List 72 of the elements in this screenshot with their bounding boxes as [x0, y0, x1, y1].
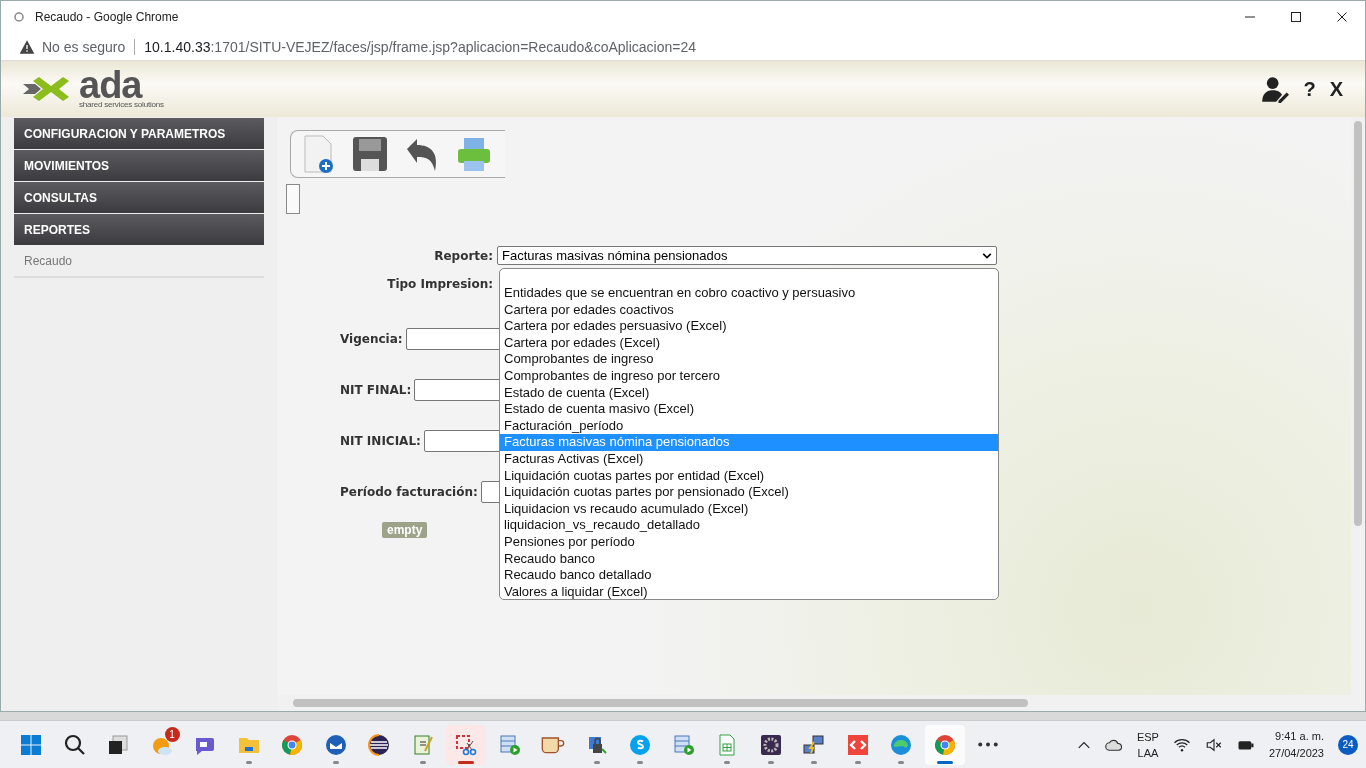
browser-icon	[932, 732, 957, 757]
language-label[interactable]: ESP	[1136, 728, 1159, 745]
wave-browser-icon	[889, 732, 913, 757]
search-icon	[62, 732, 87, 757]
gear-icon	[758, 732, 783, 757]
menu-section[interactable]: MOVIMIENTOS	[14, 150, 264, 181]
computers-icon	[802, 732, 826, 757]
dropdown-option[interactable]: Valores a liquidar (Excel)	[500, 583, 998, 601]
eclipse-icon	[367, 732, 391, 757]
menu-section[interactable]: CONFIGURACION Y PARAMETROS	[14, 118, 264, 149]
dropdown-option[interactable]: Cartera por edades persuasivo (Excel)	[500, 318, 998, 335]
coffee-cup-icon	[541, 735, 565, 754]
address-url[interactable]: 10.1.40.33:1701/SITU-VEJEZ/faces/jsp/frame.jsp?aplicacion=Recaudo&coAplicacion=24	[144, 38, 697, 55]
table-play-icon	[497, 732, 522, 757]
close-icon	[1336, 11, 1348, 23]
report-select[interactable]: Facturas masivas nómina pensionados	[497, 246, 997, 265]
task-view-icon	[106, 732, 130, 757]
dropdown-option[interactable]: Liquidación cuotas partes por pensionado (Excel)	[500, 484, 998, 501]
field-label: Reporte:	[433, 248, 494, 263]
dropdown-option[interactable]: Comprobantes de ingreso	[500, 351, 998, 368]
logo-text: ada	[79, 69, 143, 101]
field-label: Vigencia:	[340, 332, 403, 346]
field-label: Tipo Impresion:	[386, 277, 494, 291]
logo-tagline: shared services solutions	[79, 101, 164, 109]
window-title: Recaudo - Google Chrome	[35, 10, 180, 24]
dropdown-option[interactable]: Facturas Activas (Excel)	[500, 450, 998, 468]
menu-section[interactable]: CONSULTAS	[14, 182, 264, 213]
close-app-button[interactable]: X	[1329, 77, 1343, 101]
dropdown-option[interactable]: Entidades que se encuentran en cobro coactivo y persuasivo	[500, 285, 998, 302]
clock-time[interactable]: 9:41 a. m.	[1275, 727, 1324, 745]
taskbar-button[interactable]: 1	[141, 724, 182, 765]
dropdown-option[interactable]: Liquidacion vs recaudo acumulado (Excel)	[500, 500, 998, 518]
browser-icon	[280, 732, 304, 757]
dropdown-option[interactable]: Estado de cuenta masivo (Excel)	[500, 401, 998, 418]
field-label: NIT INICIAL:	[340, 434, 421, 448]
printer-icon	[455, 135, 493, 173]
dropdown-option[interactable]: Comprobantes de ingreso por tercero	[500, 367, 998, 385]
notification-badge[interactable]: 24	[1338, 734, 1358, 755]
help-button[interactable]: ?	[1303, 77, 1316, 101]
table-play-icon	[671, 732, 696, 757]
maximize-icon	[1290, 11, 1302, 23]
dropdown-option[interactable]: liquidacion_vs_recaudo_detallado	[500, 517, 998, 534]
layout-label[interactable]: LAA	[1137, 744, 1159, 761]
dropdown-option[interactable]: Liquidación cuotas partes por entidad (Excel)	[500, 467, 998, 485]
security-label[interactable]: No es seguro	[42, 38, 126, 55]
small-box[interactable]	[286, 184, 300, 214]
chat-s-icon	[628, 732, 652, 757]
mail-bird-icon	[323, 732, 348, 757]
menu-section[interactable]: REPORTES	[14, 214, 264, 245]
vertical-scrollbar[interactable]	[1351, 117, 1365, 695]
field-label: Período facturación:	[340, 485, 478, 499]
diamond-arrows-icon	[845, 732, 870, 757]
user-edit-icon	[1261, 75, 1290, 103]
scissors-icon	[454, 732, 478, 757]
horizontal-scrollbar[interactable]	[277, 695, 1365, 711]
dropdown-option[interactable]: Cartera por edades (Excel)	[500, 334, 998, 352]
warning-icon	[19, 38, 35, 55]
menu-link[interactable]: Recaudo	[14, 246, 264, 278]
dropdown-option[interactable]: Recaudo banco	[500, 550, 998, 568]
page-icon	[13, 11, 25, 23]
notification-badge: 1	[164, 726, 180, 742]
dropdown-option[interactable]: Estado de cuenta (Excel)	[500, 384, 998, 402]
clock-date[interactable]: 27/04/2023	[1268, 744, 1324, 762]
field-label: NIT FINAL:	[340, 383, 412, 397]
more-icon	[978, 742, 998, 747]
save-icon	[351, 135, 389, 173]
dropdown-option[interactable]: Pensiones por período	[500, 533, 998, 551]
dropdown-option[interactable]: Recaudo banco detallado	[500, 567, 998, 584]
dropdown-option[interactable]: Cartera por edades coactivos	[500, 301, 998, 319]
status-note: empty	[382, 522, 428, 538]
windows-logo-icon	[19, 732, 43, 757]
dropdown-option[interactable]: Facturación_período	[500, 417, 998, 435]
